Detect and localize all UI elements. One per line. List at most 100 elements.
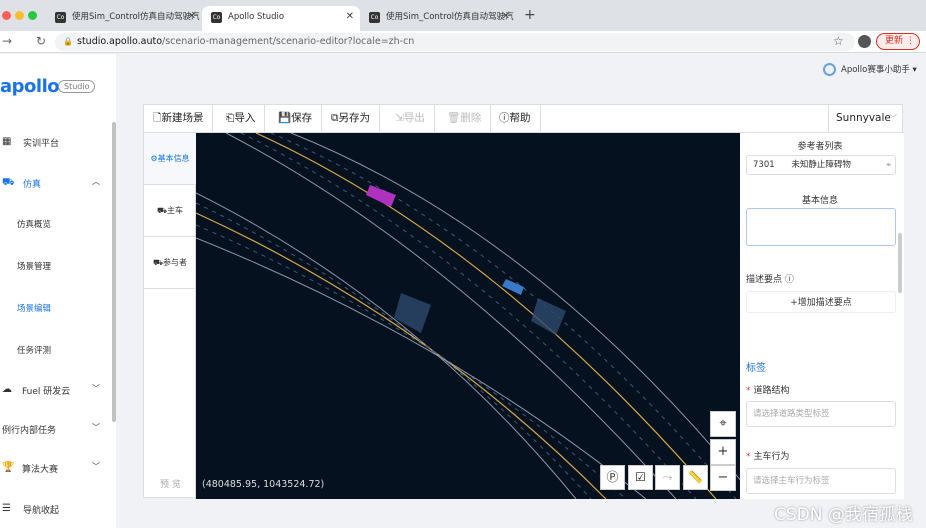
minimize-window-button[interactable] — [15, 11, 24, 20]
left-tabs: ⚙基本信息 ⛟主车 ⛟参与者 预 览 — [144, 133, 196, 499]
help-circle-icon[interactable]: ⓘ — [785, 275, 794, 285]
save-label: 保存 — [291, 112, 313, 124]
obstacle-vehicle[interactable] — [366, 185, 396, 207]
new-scene-label: 新建场景 — [161, 112, 204, 124]
chevron-down-icon: ﹀ — [889, 114, 897, 123]
scenario-editor-panel: 🗋新建场景 ⎗导入 💾保存 ⧉另存为 ⇲导出 🗑删除 ⓘ帮助 Sunnyvale… — [143, 104, 904, 499]
tab-title: Apollo Studio — [228, 12, 285, 22]
road-structure-label: * 道路结构 — [746, 386, 790, 396]
preview-button[interactable]: 预 览 — [160, 477, 181, 490]
chevron-up-icon: ︿ — [92, 177, 100, 186]
map-select-value: Sunnyvale — [836, 112, 891, 124]
tab-participants[interactable]: ⛟参与者 — [144, 237, 196, 289]
maximize-window-button[interactable] — [28, 11, 37, 20]
close-tab-icon[interactable]: ✕ — [188, 6, 196, 28]
tab-title: 使用Sim_Control仿真自动驾驶汽 — [72, 12, 200, 22]
road-center-line — [255, 133, 717, 499]
sidebar-item-scene-edit[interactable]: 场景编辑 — [17, 302, 51, 314]
user-name: Apollo赛事小助手 — [841, 65, 910, 75]
route-icon[interactable]: ⤳ — [655, 465, 680, 490]
update-button[interactable]: 更新 ⋮ — [876, 33, 920, 50]
lane-divider — [196, 224, 627, 499]
tab-basic-info-label: 基本信息 — [157, 154, 190, 163]
main-car-vehicle[interactable] — [502, 279, 524, 295]
describe-points-text: 描述要点 — [746, 275, 783, 285]
sidebar-item-label: 实训平台 — [23, 139, 60, 149]
add-describe-point-button[interactable]: +增加描述要点 — [746, 291, 896, 313]
road-structure-select[interactable]: 请选择道路类型标签 — [746, 401, 896, 427]
browser-tab[interactable]: Co 使用Sim_Control仿真自动驾驶汽 ✕ — [360, 6, 516, 31]
save-as-label: 另存为 — [338, 112, 371, 124]
url-host: studio.apollo.auto — [77, 36, 163, 47]
apollo-favicon-icon: Co — [55, 12, 66, 23]
sidebar-item-label: 算法大赛 — [22, 465, 59, 475]
road-edge — [196, 192, 577, 499]
road-edge — [196, 237, 647, 499]
right-panel-scrollbar[interactable] — [898, 233, 902, 293]
browser-tab[interactable]: Co 使用Sim_Control仿真自动驾驶汽 ✕ — [46, 6, 202, 31]
map-select[interactable]: Sunnyvale ﹀ — [828, 105, 904, 132]
user-menu[interactable]: Apollo赛事小助手 ▾ — [823, 63, 917, 76]
sidebar-item-label: 例行内部任务 — [2, 426, 57, 436]
chevron-down-icon: ﹀ — [92, 462, 100, 471]
grid-icon: ▦ — [2, 136, 12, 147]
export-button[interactable]: ⇲导出 — [386, 105, 435, 132]
save-button[interactable]: 💾保存 — [269, 105, 323, 132]
participant-row[interactable]: 7301 未知静止障碍物 ⌖ — [746, 155, 896, 175]
url-path: /scenario-management/scenario-editor?loc… — [162, 36, 415, 47]
reload-icon[interactable]: ↻ — [36, 34, 46, 48]
basic-info-title: 基本信息 — [801, 196, 838, 206]
main-car-behavior-select[interactable]: 请选择主车行为标签 — [746, 468, 896, 494]
apollo-favicon-icon: Co — [211, 12, 222, 23]
sidebar-item-sim-overview[interactable]: 仿真概览 — [17, 218, 51, 230]
sidebar-item-label: Fuel 研发云 — [22, 387, 71, 397]
close-tab-icon[interactable]: ✕ — [502, 6, 510, 28]
locate-crosshair-icon[interactable]: ⌖ — [710, 411, 736, 437]
road-edge — [290, 133, 740, 481]
tab-basic-info[interactable]: ⚙基本信息 — [144, 133, 196, 185]
map-canvas[interactable]: (480485.95, 1043524.72) ⌖ + − Ⓟ ☑ ⤳ 📏 — [196, 133, 740, 499]
address-bar-row: → ↻ 🔒 studio.apollo.auto/scenario-manage… — [0, 31, 926, 53]
tab-main-car[interactable]: ⛟主车 — [144, 185, 196, 237]
participant-type: 未知静止障碍物 — [791, 160, 851, 170]
chevron-down-icon: ﹀ — [92, 384, 100, 393]
lane-divider — [196, 202, 592, 499]
studio-badge: Studio — [58, 80, 96, 93]
parking-icon[interactable]: Ⓟ — [600, 465, 625, 490]
user-avatar-icon — [823, 63, 836, 76]
apollo-logo[interactable]: apollo — [0, 76, 60, 97]
zoom-out-button[interactable]: − — [710, 465, 736, 491]
location-pin-icon[interactable]: ⌖ — [886, 156, 891, 174]
save-as-button[interactable]: ⧉另存为 — [322, 105, 380, 132]
chevron-down-icon: ﹀ — [92, 423, 100, 432]
lock-icon: 🔒 — [63, 37, 73, 46]
url-input[interactable]: 🔒 studio.apollo.auto/scenario-management… — [55, 33, 855, 51]
new-scene-button[interactable]: 🗋新建场景 — [144, 105, 214, 132]
sidebar-scrollbar[interactable] — [112, 122, 116, 422]
help-button[interactable]: ⓘ帮助 — [490, 105, 541, 132]
main-car-behavior-label: * 主车行为 — [746, 452, 790, 462]
delete-button[interactable]: 🗑删除 — [438, 105, 492, 132]
right-panel: 参考者列表 7301 未知静止障碍物 ⌖ 基本信息 描述要点 ⓘ +增加描述要点… — [740, 133, 904, 499]
tab-title: 使用Sim_Control仿真自动驾驶汽 — [386, 12, 514, 22]
browser-tab-bar: Co 使用Sim_Control仿真自动驾驶汽 ✕ Co Apollo Stud… — [0, 0, 926, 31]
sidebar-item-task-eval[interactable]: 任务评测 — [17, 344, 51, 356]
browser-tab-active[interactable]: Co Apollo Studio ✕ — [202, 6, 360, 31]
forward-arrow-icon[interactable]: → — [2, 34, 12, 48]
bookmark-star-icon[interactable]: ☆ — [833, 34, 844, 48]
main-car-behavior-text: 主车行为 — [753, 452, 790, 462]
close-tab-icon[interactable]: ✕ — [346, 6, 354, 28]
ruler-icon[interactable]: 📏 — [683, 465, 708, 490]
checkbox-icon[interactable]: ☑ — [628, 465, 653, 490]
car-icon: ⛟ — [2, 177, 15, 188]
road-center-line — [196, 212, 607, 499]
new-tab-button[interactable]: + — [524, 7, 536, 23]
describe-points-label: 描述要点 ⓘ — [746, 272, 794, 285]
zoom-in-button[interactable]: + — [710, 439, 736, 465]
sidebar-item-scene-manage[interactable]: 场景管理 — [17, 260, 51, 272]
description-textarea[interactable] — [746, 208, 896, 246]
profile-avatar-icon[interactable] — [858, 35, 871, 48]
road-structure-text: 道路结构 — [753, 386, 790, 396]
import-button[interactable]: ⎗导入 — [217, 105, 266, 132]
close-window-button[interactable] — [2, 11, 11, 20]
